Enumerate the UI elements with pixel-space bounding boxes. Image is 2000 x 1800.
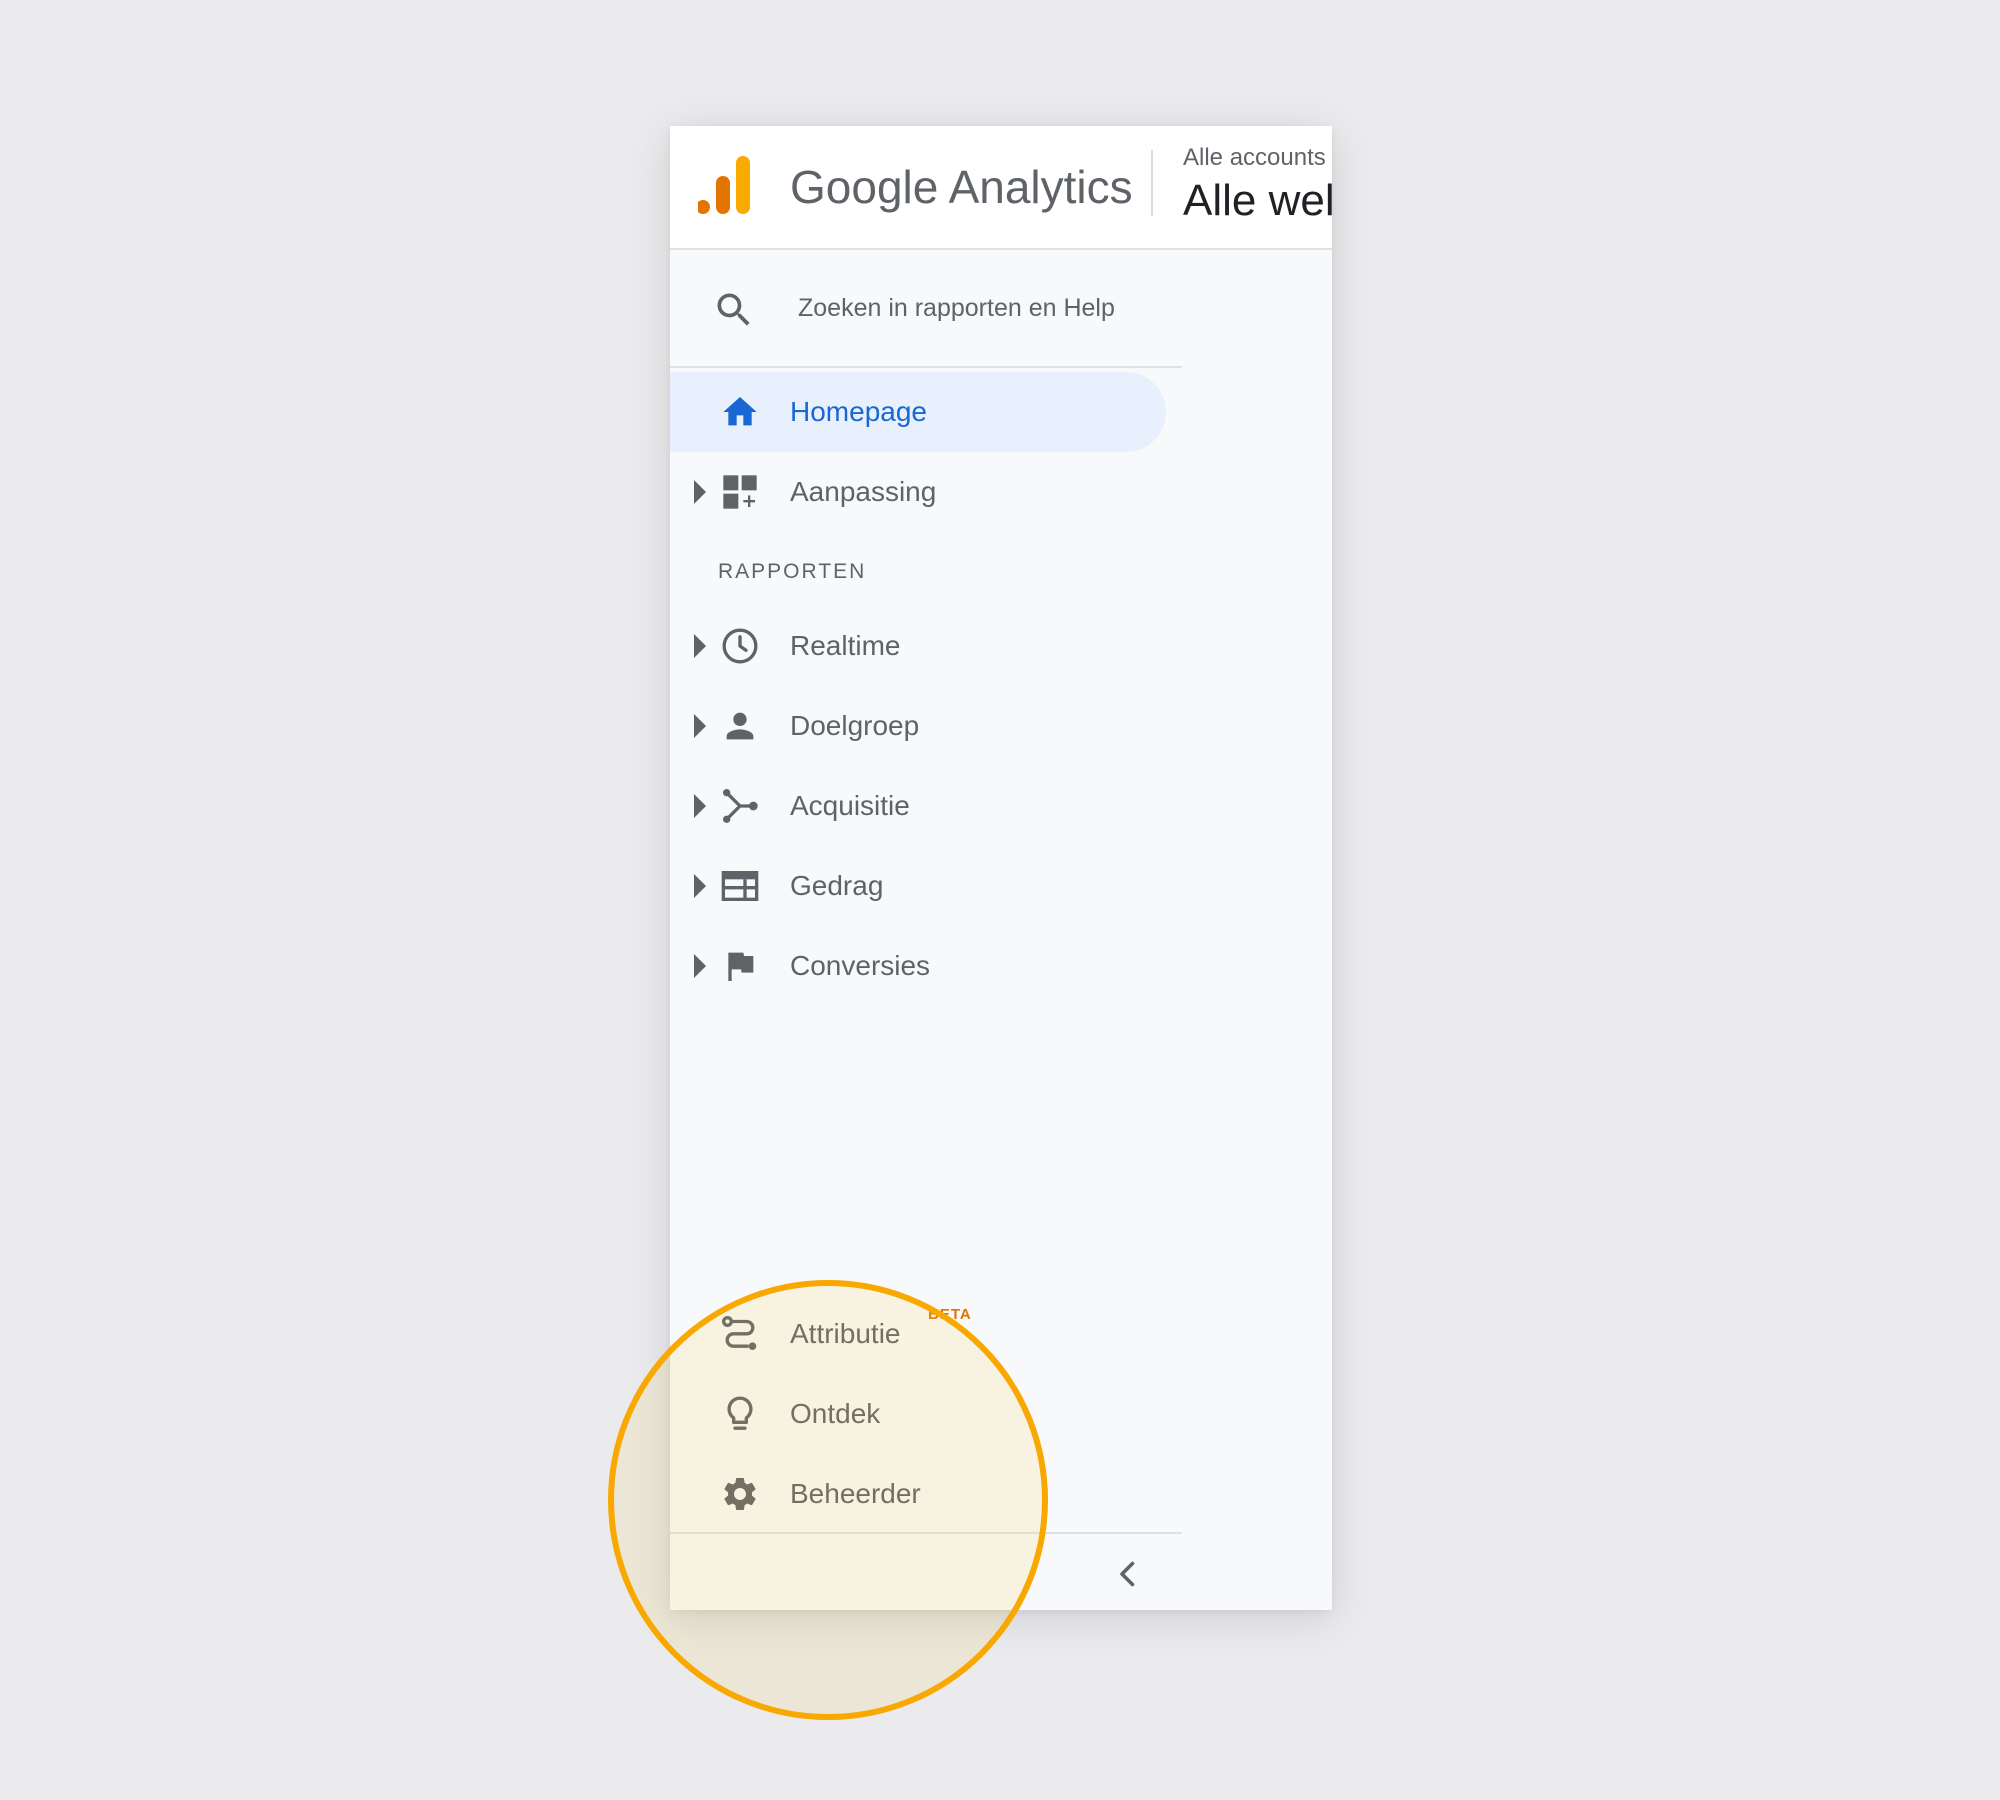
header-divider <box>1151 150 1153 216</box>
nav-item-label: Realtime <box>790 630 901 661</box>
nav-item-audience[interactable]: Doelgroep <box>670 686 1166 766</box>
caret-right-icon[interactable] <box>690 714 710 738</box>
nav-item-label: Attributie <box>790 1318 901 1349</box>
search-input[interactable] <box>798 288 1138 328</box>
chevron-left-icon[interactable] <box>1110 1556 1146 1592</box>
nav-item-attribution[interactable]: Attributie BETA <box>670 1294 1166 1374</box>
lightbulb-icon <box>727 1396 753 1430</box>
fork-icon <box>723 789 758 823</box>
nav-item-label: Aanpassing <box>790 476 937 507</box>
account-breadcrumb[interactable]: Alle accounts <box>1183 144 1326 172</box>
caret-right-icon[interactable] <box>690 954 710 978</box>
nav-item-admin[interactable]: Beheerder <box>670 1454 1166 1534</box>
reports-section-header: RAPPORTEN <box>718 560 867 583</box>
property-selector[interactable]: Alle wel <box>1183 176 1332 226</box>
nav-item-label: Acquisitie <box>790 790 910 821</box>
nav-item-customization[interactable]: Aanpassing <box>670 452 1166 532</box>
search-bar <box>670 250 1182 368</box>
search-icon[interactable] <box>712 288 756 332</box>
caret-right-icon[interactable] <box>690 874 710 898</box>
nav-item-acquisition[interactable]: Acquisitie <box>670 766 1166 846</box>
nav-item-label: Doelgroep <box>790 710 920 741</box>
nav-item-behavior[interactable]: Gedrag <box>670 846 1166 926</box>
web-page-icon <box>721 871 759 901</box>
caret-right-icon[interactable] <box>690 480 710 504</box>
side-nav-panel: Google Analytics Alle accounts Alle wel … <box>670 126 1332 1610</box>
nav-item-realtime[interactable]: Realtime <box>670 606 1166 686</box>
nav-item-label: Beheerder <box>790 1478 921 1509</box>
nav-item-label: Conversies <box>790 950 931 981</box>
app-header: Google Analytics Alle accounts Alle wel <box>670 126 1332 250</box>
analytics-logo-icon[interactable] <box>698 156 758 216</box>
dashboard-add-icon <box>723 475 757 509</box>
brand-title: Google Analytics <box>790 161 1133 213</box>
nav-item-conversions[interactable]: Conversies <box>670 926 1166 1006</box>
flag-icon <box>728 952 754 981</box>
clock-icon <box>722 628 758 664</box>
caret-right-icon[interactable] <box>690 794 710 818</box>
nav-item-label: Homepage <box>790 396 927 427</box>
beta-badge: BETA <box>928 1306 972 1323</box>
home-icon <box>723 397 757 426</box>
person-icon <box>726 712 754 740</box>
nav-item-discover[interactable]: Ontdek <box>670 1374 1166 1454</box>
gear-icon <box>724 1478 756 1510</box>
nav-item-homepage[interactable]: Homepage <box>670 372 1166 452</box>
route-icon <box>722 1316 757 1350</box>
nav-item-label: Ontdek <box>790 1398 881 1429</box>
nav-footer-divider <box>670 1532 1182 1534</box>
nav-item-label: Gedrag <box>790 870 884 901</box>
caret-right-icon[interactable] <box>690 634 710 658</box>
